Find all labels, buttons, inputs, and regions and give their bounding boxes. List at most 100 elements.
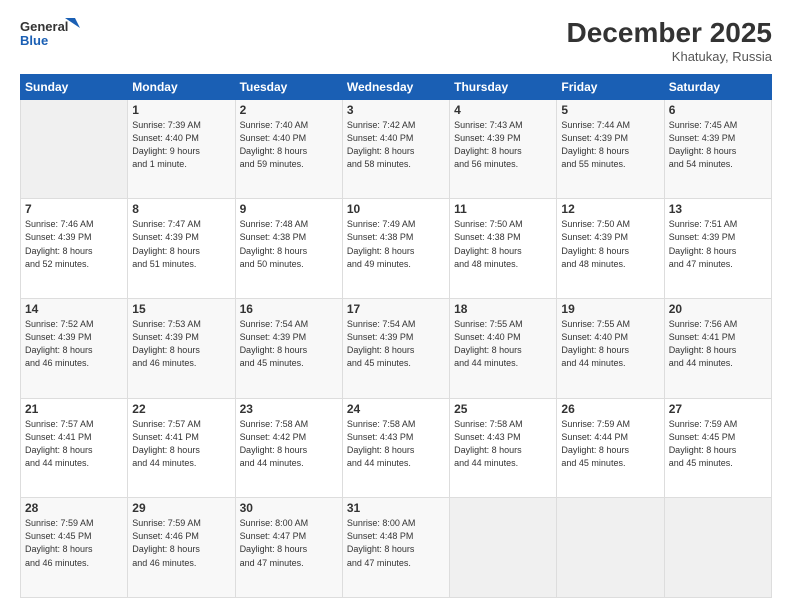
table-row: 1 Sunrise: 7:39 AM Sunset: 4:40 PM Daylig…: [128, 99, 235, 199]
day-info: Sunrise: 7:57 AM Sunset: 4:41 PM Dayligh…: [132, 418, 230, 470]
header-tuesday: Tuesday: [235, 74, 342, 99]
day-number: 28: [25, 501, 123, 515]
table-row: 6 Sunrise: 7:45 AM Sunset: 4:39 PM Daylig…: [664, 99, 771, 199]
table-row: 31 Sunrise: 8:00 AM Sunset: 4:48 PM Dayli…: [342, 498, 449, 598]
header-wednesday: Wednesday: [342, 74, 449, 99]
table-row: 9Sunrise: 7:48 AM Sunset: 4:38 PM Daylig…: [235, 199, 342, 299]
day-number: 20: [669, 302, 767, 316]
day-info: Sunrise: 7:42 AM Sunset: 4:40 PM Dayligh…: [347, 119, 445, 171]
logo: GeneralBlue: [20, 18, 80, 48]
day-info: Sunrise: 7:59 AM Sunset: 4:44 PM Dayligh…: [561, 418, 659, 470]
day-number: 6: [669, 103, 767, 117]
day-info: Sunrise: 7:39 AM Sunset: 4:40 PM Dayligh…: [132, 119, 230, 171]
table-row: 5Sunrise: 7:44 AM Sunset: 4:39 PM Daylig…: [557, 99, 664, 199]
table-row: 3 Sunrise: 7:42 AM Sunset: 4:40 PM Daylig…: [342, 99, 449, 199]
calendar-week-row: 21 Sunrise: 7:57 AM Sunset: 4:41 PM Dayli…: [21, 398, 772, 498]
day-number: 31: [347, 501, 445, 515]
table-row: 25Sunrise: 7:58 AM Sunset: 4:43 PM Dayli…: [450, 398, 557, 498]
calendar-week-row: 14Sunrise: 7:52 AM Sunset: 4:39 PM Dayli…: [21, 299, 772, 399]
month-title: December 2025: [567, 18, 772, 49]
day-info: Sunrise: 7:55 AM Sunset: 4:40 PM Dayligh…: [454, 318, 552, 370]
table-row: 22 Sunrise: 7:57 AM Sunset: 4:41 PM Dayli…: [128, 398, 235, 498]
day-number: 11: [454, 202, 552, 216]
day-number: 23: [240, 402, 338, 416]
day-info: Sunrise: 7:54 AM Sunset: 4:39 PM Dayligh…: [240, 318, 338, 370]
table-row: 28 Sunrise: 7:59 AM Sunset: 4:45 PM Dayli…: [21, 498, 128, 598]
table-row: 8 Sunrise: 7:47 AM Sunset: 4:39 PM Daylig…: [128, 199, 235, 299]
table-row: [664, 498, 771, 598]
day-info: Sunrise: 7:55 AM Sunset: 4:40 PM Dayligh…: [561, 318, 659, 370]
header-friday: Friday: [557, 74, 664, 99]
table-row: 21 Sunrise: 7:57 AM Sunset: 4:41 PM Dayli…: [21, 398, 128, 498]
logo-icon: GeneralBlue: [20, 18, 80, 48]
day-number: 2: [240, 103, 338, 117]
table-row: 4 Sunrise: 7:43 AM Sunset: 4:39 PM Daylig…: [450, 99, 557, 199]
day-info: Sunrise: 7:52 AM Sunset: 4:39 PM Dayligh…: [25, 318, 123, 370]
day-number: 26: [561, 402, 659, 416]
table-row: 2 Sunrise: 7:40 AM Sunset: 4:40 PM Daylig…: [235, 99, 342, 199]
header-sunday: Sunday: [21, 74, 128, 99]
header-thursday: Thursday: [450, 74, 557, 99]
table-row: 26 Sunrise: 7:59 AM Sunset: 4:44 PM Dayli…: [557, 398, 664, 498]
day-info: Sunrise: 7:56 AM Sunset: 4:41 PM Dayligh…: [669, 318, 767, 370]
day-number: 29: [132, 501, 230, 515]
table-row: 29Sunrise: 7:59 AM Sunset: 4:46 PM Dayli…: [128, 498, 235, 598]
calendar-table: Sunday Monday Tuesday Wednesday Thursday…: [20, 74, 772, 598]
day-info: Sunrise: 7:49 AM Sunset: 4:38 PM Dayligh…: [347, 218, 445, 270]
day-info: Sunrise: 8:00 AM Sunset: 4:47 PM Dayligh…: [240, 517, 338, 569]
day-number: 15: [132, 302, 230, 316]
table-row: 16 Sunrise: 7:54 AM Sunset: 4:39 PM Dayli…: [235, 299, 342, 399]
table-row: [557, 498, 664, 598]
calendar-week-row: 28 Sunrise: 7:59 AM Sunset: 4:45 PM Dayli…: [21, 498, 772, 598]
table-row: 17Sunrise: 7:54 AM Sunset: 4:39 PM Dayli…: [342, 299, 449, 399]
page: GeneralBlue December 2025 Khatukay, Russ…: [0, 0, 792, 612]
day-number: 21: [25, 402, 123, 416]
table-row: 18 Sunrise: 7:55 AM Sunset: 4:40 PM Dayli…: [450, 299, 557, 399]
table-row: 24 Sunrise: 7:58 AM Sunset: 4:43 PM Dayli…: [342, 398, 449, 498]
day-number: 22: [132, 402, 230, 416]
day-info: Sunrise: 7:40 AM Sunset: 4:40 PM Dayligh…: [240, 119, 338, 171]
day-info: Sunrise: 7:57 AM Sunset: 4:41 PM Dayligh…: [25, 418, 123, 470]
table-row: 11 Sunrise: 7:50 AM Sunset: 4:38 PM Dayli…: [450, 199, 557, 299]
day-info: Sunrise: 7:46 AM Sunset: 4:39 PM Dayligh…: [25, 218, 123, 270]
table-row: 7Sunrise: 7:46 AM Sunset: 4:39 PM Daylig…: [21, 199, 128, 299]
day-info: Sunrise: 7:48 AM Sunset: 4:38 PM Dayligh…: [240, 218, 338, 270]
table-row: [21, 99, 128, 199]
day-number: 25: [454, 402, 552, 416]
title-block: December 2025 Khatukay, Russia: [567, 18, 772, 64]
day-number: 18: [454, 302, 552, 316]
table-row: 15Sunrise: 7:53 AM Sunset: 4:39 PM Dayli…: [128, 299, 235, 399]
day-info: Sunrise: 7:45 AM Sunset: 4:39 PM Dayligh…: [669, 119, 767, 171]
day-number: 30: [240, 501, 338, 515]
table-row: [450, 498, 557, 598]
day-number: 13: [669, 202, 767, 216]
day-number: 8: [132, 202, 230, 216]
day-info: Sunrise: 7:58 AM Sunset: 4:43 PM Dayligh…: [347, 418, 445, 470]
day-info: Sunrise: 7:54 AM Sunset: 4:39 PM Dayligh…: [347, 318, 445, 370]
day-number: 16: [240, 302, 338, 316]
day-number: 12: [561, 202, 659, 216]
day-info: Sunrise: 7:50 AM Sunset: 4:39 PM Dayligh…: [561, 218, 659, 270]
day-info: Sunrise: 7:58 AM Sunset: 4:42 PM Dayligh…: [240, 418, 338, 470]
calendar-week-row: 7Sunrise: 7:46 AM Sunset: 4:39 PM Daylig…: [21, 199, 772, 299]
table-row: 12 Sunrise: 7:50 AM Sunset: 4:39 PM Dayli…: [557, 199, 664, 299]
day-info: Sunrise: 7:59 AM Sunset: 4:45 PM Dayligh…: [669, 418, 767, 470]
calendar-week-row: 1 Sunrise: 7:39 AM Sunset: 4:40 PM Daylig…: [21, 99, 772, 199]
day-number: 3: [347, 103, 445, 117]
day-info: Sunrise: 7:43 AM Sunset: 4:39 PM Dayligh…: [454, 119, 552, 171]
table-row: 19Sunrise: 7:55 AM Sunset: 4:40 PM Dayli…: [557, 299, 664, 399]
day-number: 1: [132, 103, 230, 117]
header-saturday: Saturday: [664, 74, 771, 99]
day-info: Sunrise: 7:59 AM Sunset: 4:45 PM Dayligh…: [25, 517, 123, 569]
day-number: 24: [347, 402, 445, 416]
table-row: 14Sunrise: 7:52 AM Sunset: 4:39 PM Dayli…: [21, 299, 128, 399]
day-number: 4: [454, 103, 552, 117]
table-row: 23 Sunrise: 7:58 AM Sunset: 4:42 PM Dayli…: [235, 398, 342, 498]
day-info: Sunrise: 7:47 AM Sunset: 4:39 PM Dayligh…: [132, 218, 230, 270]
day-number: 27: [669, 402, 767, 416]
day-number: 10: [347, 202, 445, 216]
table-row: 20 Sunrise: 7:56 AM Sunset: 4:41 PM Dayli…: [664, 299, 771, 399]
day-info: Sunrise: 8:00 AM Sunset: 4:48 PM Dayligh…: [347, 517, 445, 569]
day-info: Sunrise: 7:50 AM Sunset: 4:38 PM Dayligh…: [454, 218, 552, 270]
calendar-header-row: Sunday Monday Tuesday Wednesday Thursday…: [21, 74, 772, 99]
